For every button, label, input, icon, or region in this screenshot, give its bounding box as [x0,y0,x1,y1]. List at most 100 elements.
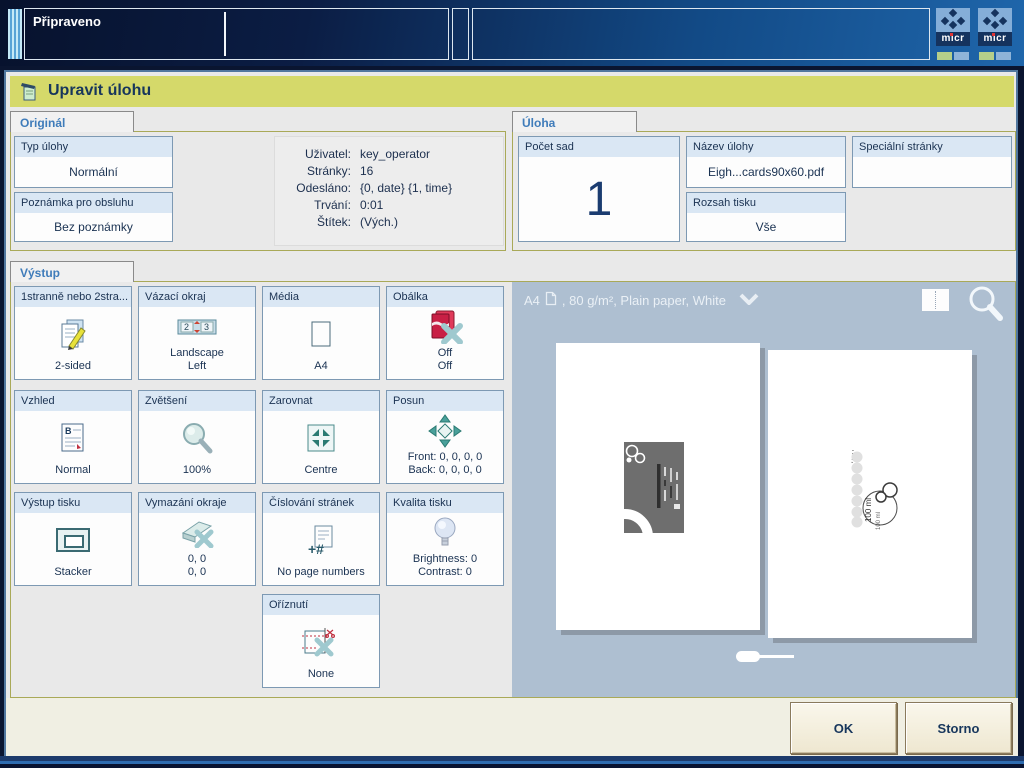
status-box-divider [224,12,226,56]
operator-note-button[interactable]: Poznámka pro obsluhu Bez poznámky [14,192,173,242]
info-row-user: Uživatel:key_operator [275,146,503,163]
option-value: Centre [263,464,379,483]
info-row-pages: Stránky:16 [275,163,503,180]
message-box [472,8,930,60]
special-pages-label: Speciální stránky [853,137,1011,157]
option-label: Posun [387,391,503,411]
spread-view-icon[interactable] [922,289,949,311]
set-count-value: 1 [519,157,679,241]
option-label: Výstup tisku [15,493,131,513]
job-info-panel: Uživatel:key_operator Stránky:16 Odeslán… [274,136,504,246]
option-value: Landscape Left [139,347,255,379]
job-type-button[interactable]: Typ úlohy Normální [14,136,173,188]
special-pages-button[interactable]: Speciální stránky [852,136,1012,188]
micr-logo-icon: micr [936,8,970,46]
stacker-icon [15,513,131,566]
option-value: 0, 0 0, 0 [139,553,255,585]
job-name-button[interactable]: Název úlohy Eigh...cards90x60.pdf [686,136,846,188]
media-selector[interactable]: A4 , 80 g/m², Plain paper, White [524,291,759,309]
option-label: Zvětšení [139,391,255,411]
tab-output[interactable]: Výstup [10,261,134,282]
operator-note-value: Bez poznámky [15,213,172,241]
option-covers[interactable]: Obálka Off Off [386,286,504,380]
info-row-label: Štítek:(Vých.) [275,214,503,231]
option-page-numbers[interactable]: Číslování stránek +# No page numbers [262,492,380,586]
status-text: Připraveno [33,14,101,29]
magnify-icon [139,411,255,464]
ok-button[interactable]: OK [790,702,897,754]
status-header: Připraveno micr [0,0,1024,66]
option-align[interactable]: Zarovnat Centre [262,390,380,484]
option-shift[interactable]: Posun Front: 0, 0, 0, 0 Back: 0, 0, 0, 0 [386,390,504,484]
option-label: Vázací okraj [139,287,255,307]
job-name-label: Název úlohy [687,137,845,157]
option-binding-edge[interactable]: Vázací okraj 2 3 Landscape Left [138,286,256,380]
svg-text:100 ml: 100 ml [864,498,873,522]
preview-slider[interactable] [736,651,760,662]
micr-logo-icon: micr [978,8,1012,46]
dialog-titlebar: Upravit úlohu [10,76,1014,107]
svg-text:3: 3 [204,322,209,332]
option-label: Obálka [387,287,503,307]
option-value: Off Off [387,347,503,379]
option-label: Vymazání okraje [139,493,255,513]
print-range-value: Vše [687,213,845,241]
operator-note-label: Poznámka pro obsluhu [15,193,172,213]
page-numbers-icon: +# [263,513,379,566]
cancel-button[interactable]: Storno [905,702,1012,754]
narrow-box [452,8,469,60]
option-value: 2-sided [15,360,131,379]
svg-text:100 ml: 100 ml [876,512,882,530]
svg-text:2: 2 [184,322,189,332]
chevron-down-icon [739,293,759,308]
edge-erase-icon [139,513,255,553]
set-count-button[interactable]: Počet sad 1 [518,136,680,242]
page-title: Upravit úlohu [48,82,151,100]
option-value: Stacker [15,566,131,585]
option-value: Front: 0, 0, 0, 0 Back: 0, 0, 0, 0 [387,451,503,483]
tab-job[interactable]: Úloha [512,111,637,132]
page-icon [545,291,557,309]
set-count-label: Počet sad [519,137,679,157]
preview-panel: A4 , 80 g/m², Plain paper, White [512,282,1015,697]
print-range-button[interactable]: Rozsah tisku Vše [686,192,846,242]
option-layout[interactable]: Vzhled B Normal [14,390,132,484]
option-value: 100% [139,464,255,483]
tab-original[interactable]: Originál [10,111,134,132]
preview-page-front [556,343,760,630]
status-box: Připraveno [24,8,449,60]
micr-status-indicator [978,52,1012,60]
option-label: Zarovnat [263,391,379,411]
option-edge-erase[interactable]: Vymazání okraje 0, 0 0, 0 [138,492,256,586]
job-type-label: Typ úlohy [15,137,172,157]
media-size: A4 [524,293,540,308]
crop-icon [263,615,379,668]
option-crop[interactable]: Oříznutí None [262,594,380,688]
micr-indicators: micr micr [936,8,1014,62]
window-bottom-edge [0,764,1024,768]
zoom-preview-icon[interactable] [967,285,1005,330]
option-print-quality[interactable]: Kvalita tisku Brightness: 0 Contrast: 0 [386,492,504,586]
option-label: 1stranně nebo 2stra... [15,287,131,307]
job-type-value: Normální [15,157,172,187]
option-value: Normal [15,464,131,483]
media-details: , 80 g/m², Plain paper, White [562,293,726,308]
preview-slider-track [758,655,794,658]
option-label: Oříznutí [263,595,379,615]
svg-text:B: B [65,426,72,436]
binding-edge-icon: 2 3 [139,307,255,347]
covers-off-icon [387,307,503,347]
print-range-label: Rozsah tisku [687,193,845,213]
option-media[interactable]: Média A4 [262,286,380,380]
option-label: Kvalita tisku [387,493,503,513]
preview-page-back: 100 ml 100 ml [768,350,972,638]
info-row-sent: Odesláno:{0, date} {1, time} [275,180,503,197]
option-magnify[interactable]: Zvětšení 100% [138,390,256,484]
option-sides[interactable]: 1stranně nebo 2stra... 2-sided [14,286,132,380]
align-centre-icon [263,411,379,464]
option-label: Média [263,287,379,307]
two-sided-icon [15,307,131,360]
edit-job-screen: Připraveno micr [0,0,1024,768]
option-value: No page numbers [263,566,379,585]
option-output-destination[interactable]: Výstup tisku Stacker [14,492,132,586]
